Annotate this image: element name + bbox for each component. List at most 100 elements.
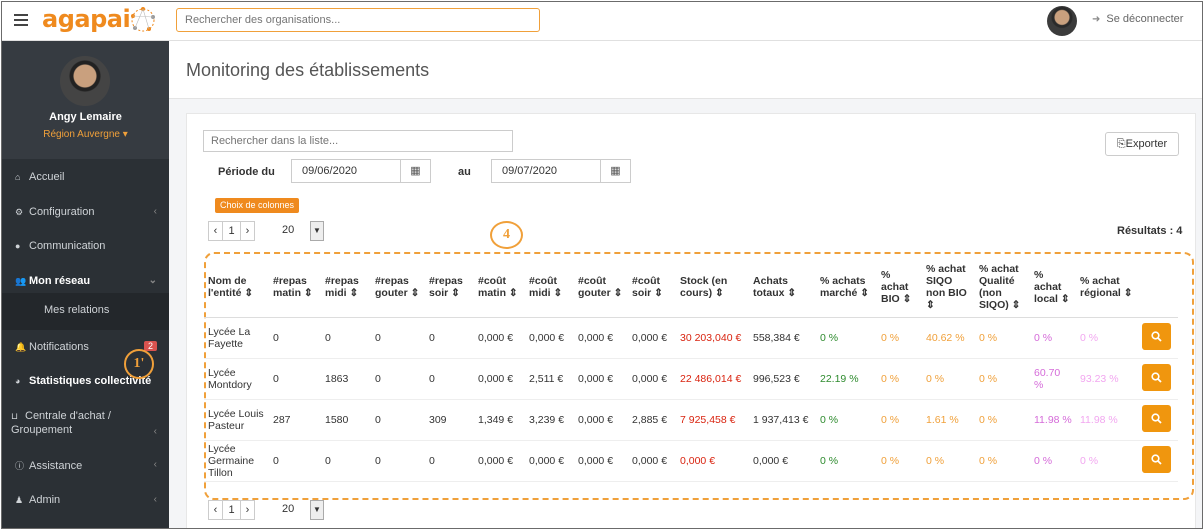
column-header[interactable]: #repas soir ⇕ bbox=[425, 258, 474, 318]
view-details-button[interactable] bbox=[1142, 445, 1171, 473]
info-icon: ⓘ bbox=[15, 461, 25, 471]
column-header[interactable]: #coût matin ⇕ bbox=[474, 258, 525, 318]
bio-pct-cell: 0 % bbox=[877, 358, 922, 400]
table-cell: 0,000 € bbox=[574, 440, 628, 482]
table-row: Lycée Germaine Tillon 0 0 0 0 0,000 € 0,… bbox=[204, 440, 1178, 482]
column-header[interactable]: #coût midi ⇕ bbox=[525, 258, 574, 318]
table-cell: 0 bbox=[371, 440, 425, 482]
sidebar-item-communication[interactable]: ● Communication bbox=[2, 240, 169, 252]
column-header[interactable]: #coût soir ⇕ bbox=[628, 258, 676, 318]
organisation-search-input[interactable] bbox=[176, 8, 540, 32]
table-cell: 1 937,413 € bbox=[749, 399, 816, 441]
page-size-value: 20 bbox=[282, 503, 295, 515]
calendar-icon[interactable]: ▦ bbox=[601, 159, 631, 183]
columns-choice-button[interactable]: Choix de colonnes bbox=[215, 198, 300, 213]
column-header[interactable]: Achats totaux ⇕ bbox=[749, 258, 816, 318]
stock-cell: 7 925,458 € bbox=[676, 399, 749, 441]
search-icon bbox=[1151, 371, 1162, 383]
column-header[interactable]: Stock (en cours) ⇕ bbox=[676, 258, 749, 318]
column-header[interactable]: % achat Qualité (non SIQO) ⇕ bbox=[975, 258, 1030, 318]
table-cell: 0,000 € bbox=[474, 317, 525, 359]
page-number-button[interactable]: 1 bbox=[222, 500, 241, 520]
sidebar-item-centrale-achat[interactable]: ⊔ Centrale d'achat / Groupement ‹ bbox=[2, 409, 169, 437]
view-details-button[interactable] bbox=[1142, 363, 1171, 391]
page-number-button[interactable]: 1 bbox=[222, 221, 241, 241]
siqo-pct-cell: 0 % bbox=[922, 358, 975, 400]
column-header[interactable]: Nom de l'entité ⇕ bbox=[204, 258, 269, 318]
sidebar-item-admin[interactable]: ♟ Admin ‹ bbox=[2, 494, 169, 506]
bio-pct-cell: 0 % bbox=[877, 440, 922, 482]
page-size-select[interactable]: 20 ▼ bbox=[282, 500, 324, 520]
logo[interactable]: agapai bbox=[42, 5, 131, 33]
sidebar-item-mon-reseau[interactable]: 👥 Mon réseau ⌄ bbox=[2, 275, 169, 287]
chevron-left-icon: ‹ bbox=[153, 494, 157, 505]
avatar bbox=[60, 56, 110, 106]
view-details-button[interactable] bbox=[1142, 404, 1171, 432]
date-from-input[interactable]: 09/06/2020 bbox=[291, 159, 401, 183]
table-cell: 0,000 € bbox=[574, 317, 628, 359]
logout-icon: ➜ bbox=[1092, 14, 1101, 25]
chevron-left-icon: ‹ bbox=[153, 459, 157, 470]
region-dropdown[interactable]: Région Auvergne ▾ bbox=[2, 129, 169, 140]
sidebar-item-configuration[interactable]: ⚙ Configuration ‹ bbox=[2, 206, 169, 218]
column-header[interactable]: % achat SIQO non BIO ⇕ bbox=[922, 258, 975, 318]
regional-pct-cell: 93.23 % bbox=[1076, 358, 1138, 400]
stock-cell: 30 203,040 € bbox=[676, 317, 749, 359]
avatar[interactable] bbox=[1047, 6, 1077, 36]
calendar-icon[interactable]: ▦ bbox=[401, 159, 431, 183]
table-cell: 3,239 € bbox=[525, 399, 574, 441]
search-icon bbox=[1151, 412, 1162, 424]
page-size-select[interactable]: 20 ▼ bbox=[282, 221, 324, 241]
list-search-input[interactable] bbox=[203, 130, 513, 152]
column-header[interactable]: #repas midi ⇕ bbox=[321, 258, 371, 318]
sidebar-item-mes-relations[interactable]: Mes relations bbox=[2, 293, 169, 330]
table-cell: 0,000 € bbox=[474, 358, 525, 400]
next-page-button[interactable]: › bbox=[240, 500, 255, 520]
top-bar: agapai ➜ Se déconnecter bbox=[2, 2, 1202, 41]
local-pct-cell: 60.70 % bbox=[1030, 358, 1076, 400]
notification-badge: 2 bbox=[143, 341, 157, 351]
siqo-pct-cell: 0 % bbox=[922, 440, 975, 482]
market-pct-cell: 0 % bbox=[816, 317, 877, 359]
column-header[interactable]: #repas gouter ⇕ bbox=[371, 258, 425, 318]
column-header[interactable]: % achat régional ⇕ bbox=[1076, 258, 1138, 318]
view-details-button[interactable] bbox=[1142, 322, 1171, 350]
action-cell bbox=[1138, 399, 1178, 441]
chevron-left-icon: ‹ bbox=[153, 426, 157, 437]
column-header[interactable]: #repas matin ⇕ bbox=[269, 258, 321, 318]
logout-link[interactable]: ➜ Se déconnecter bbox=[1092, 13, 1183, 25]
table-cell: 0 bbox=[269, 440, 321, 482]
menu-icon[interactable] bbox=[14, 14, 28, 26]
table-cell: 287 bbox=[269, 399, 321, 441]
entity-name-cell[interactable]: Lycée Germaine Tillon bbox=[204, 440, 269, 482]
pagination-top: ‹ 1 › bbox=[208, 221, 255, 241]
entity-name-cell[interactable]: Lycée Louis Pasteur bbox=[204, 399, 269, 441]
column-header[interactable]: % achat local ⇕ bbox=[1030, 258, 1076, 318]
table-cell: 0 bbox=[371, 317, 425, 359]
date-to-input[interactable]: 09/07/2020 bbox=[491, 159, 601, 183]
entity-name-cell[interactable]: Lycée La Fayette bbox=[204, 317, 269, 359]
table-cell: 0,000 € bbox=[628, 317, 676, 359]
sidebar-item-label: Accueil bbox=[29, 171, 65, 183]
column-header[interactable]: % achat BIO ⇕ bbox=[877, 258, 922, 318]
prev-page-button[interactable]: ‹ bbox=[208, 500, 223, 520]
local-pct-cell: 0 % bbox=[1030, 317, 1076, 359]
market-pct-cell: 0 % bbox=[816, 440, 877, 482]
sidebar-item-label: Admin bbox=[29, 494, 61, 506]
next-page-button[interactable]: › bbox=[240, 221, 255, 241]
column-header[interactable]: #coût gouter ⇕ bbox=[574, 258, 628, 318]
period-to-label: au bbox=[458, 166, 471, 178]
table-cell: 309 bbox=[425, 399, 474, 441]
entity-name-cell[interactable]: Lycée Montdory bbox=[204, 358, 269, 400]
sidebar-item-assistance[interactable]: ⓘ Assistance ‹ bbox=[2, 459, 169, 472]
search-icon bbox=[1151, 453, 1162, 465]
page-title: Monitoring des établissements bbox=[186, 60, 430, 80]
prev-page-button[interactable]: ‹ bbox=[208, 221, 223, 241]
sidebar-item-label: Communication bbox=[29, 240, 106, 252]
table-row: Lycée Louis Pasteur 287 1580 0 309 1,349… bbox=[204, 399, 1178, 441]
column-header[interactable]: % achats marché ⇕ bbox=[816, 258, 877, 318]
action-cell bbox=[1138, 358, 1178, 400]
export-button[interactable]: ⎘Exporter bbox=[1105, 132, 1179, 156]
sidebar-item-accueil[interactable]: ⌂ Accueil bbox=[2, 171, 169, 183]
basket-icon: ⊔ bbox=[11, 411, 19, 421]
